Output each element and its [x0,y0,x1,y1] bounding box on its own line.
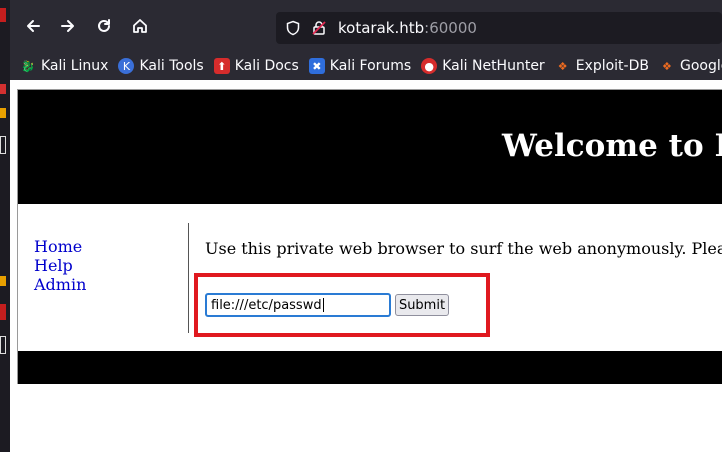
desktop-side-panel [0,0,10,452]
browser-toolbar: kotarak.htb:60000 [10,0,722,52]
forward-button[interactable] [55,13,81,39]
menu-link-home[interactable]: Home [34,237,86,256]
panel-marker [0,336,6,354]
url-port: :60000 [424,19,477,37]
kali-nethunter-icon: ● [421,58,438,74]
kali-docs-icon: ⬆ [213,58,230,74]
url-bar[interactable]: kotarak.htb:60000 [276,12,722,44]
bookmark-kali-linux[interactable]: 🐉 Kali Linux [20,58,108,74]
arrow-left-icon [27,20,40,32]
kali-forums-icon: ✖ [308,58,325,74]
bookmark-kali-tools[interactable]: K Kali Tools [118,58,204,74]
bookmark-kali-forums[interactable]: ✖ Kali Forums [308,58,412,74]
reload-button[interactable] [91,13,117,39]
kali-linux-icon: 🐉 [21,59,35,73]
bookmark-kali-docs[interactable]: ⬆ Kali Docs [213,58,299,74]
panel-marker [0,84,6,94]
web-page: Welcome to K Home Help Admin Use this pr… [17,89,722,384]
shield-icon[interactable] [284,19,302,37]
bookmark-label: Google H [679,58,722,74]
url-host: kotarak.htb [338,19,425,37]
bookmarks-toolbar: 🐉 Kali Linux K Kali Tools ⬆ Kali Docs ✖ … [10,52,722,80]
panel-marker [0,108,6,118]
page-footer [18,351,722,384]
page-header: Welcome to K [18,90,722,204]
bookmark-exploit-db[interactable]: ❖ Exploit-DB [555,58,649,74]
highlight-box [194,273,490,337]
panel-marker [0,276,6,286]
home-icon [133,19,147,33]
bookmark-label: Exploit-DB [575,58,649,74]
bookmark-label: Kali Linux [41,58,109,74]
home-button[interactable] [127,13,153,39]
bookmark-label: Kali Forums [329,58,412,74]
bookmark-label: Kali Docs [234,58,299,74]
side-menu: Home Help Admin [34,237,86,294]
menu-divider [188,223,189,333]
bookmark-kali-nethunter[interactable]: ● Kali NetHunter [421,58,545,74]
intro-text: Use this private web browser to surf the… [205,239,722,258]
bookmark-label: Kali Tools [139,58,204,74]
page-title: Welcome to K [502,128,722,164]
page-viewport: Welcome to K Home Help Admin Use this pr… [10,80,722,452]
bookmark-google-hacking[interactable]: ❖ Google H [659,58,722,74]
menu-link-help[interactable]: Help [34,256,86,275]
back-button[interactable] [20,13,46,39]
reload-icon [98,19,110,32]
panel-marker [0,136,6,154]
kali-tools-icon: K [118,58,135,74]
menu-link-admin[interactable]: Admin [34,275,86,294]
panel-marker [0,8,6,22]
arrow-right-icon [61,20,74,32]
google-hacking-icon: ❖ [662,59,672,73]
insecure-lock-icon[interactable] [310,19,328,37]
exploit-db-icon: ❖ [557,59,568,73]
panel-marker [0,304,6,320]
bookmark-label: Kali NetHunter [442,58,545,74]
